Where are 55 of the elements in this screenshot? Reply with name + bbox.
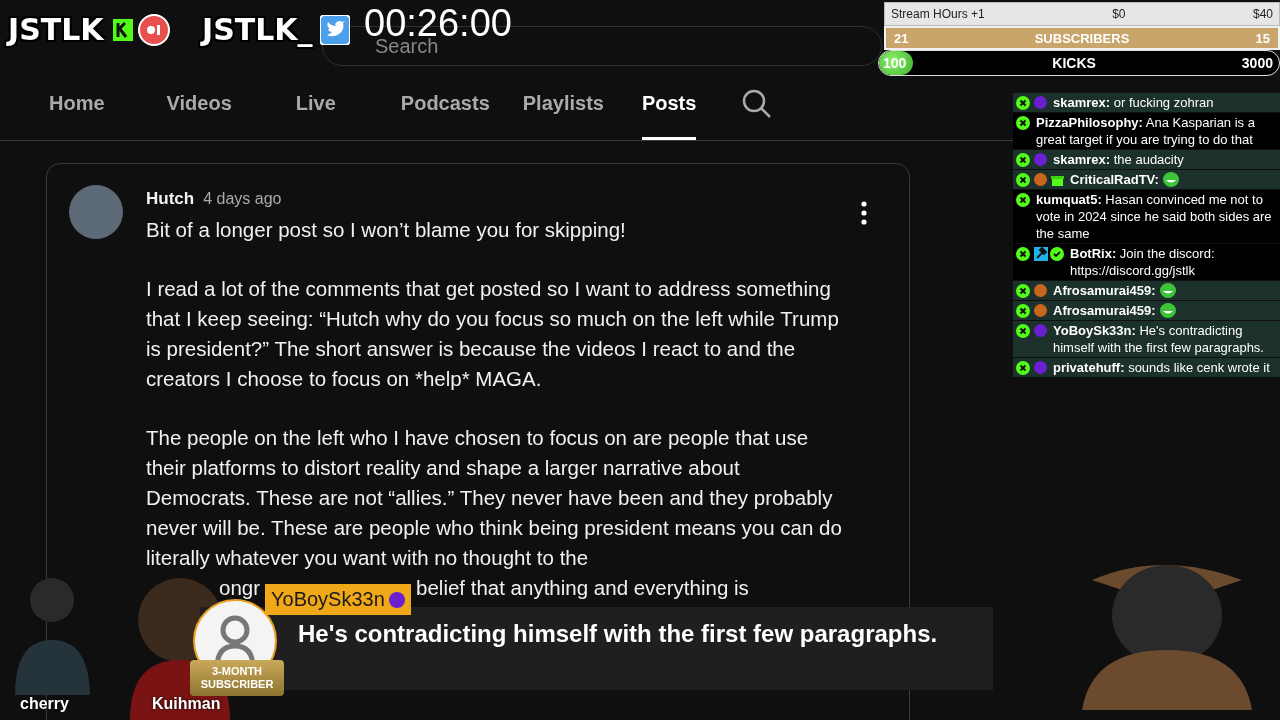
post-author[interactable]: Hutch	[146, 189, 195, 209]
goal-target: 15	[1255, 30, 1270, 46]
chat-message: skamrex: or fucking zohran	[1053, 94, 1215, 111]
chat-message: kumquat5: Hasan convinced me not to vote in 2024 since he said both sides are the same	[1036, 191, 1273, 242]
goal-current: 21	[894, 30, 909, 46]
channel-tab[interactable]: Playlists	[522, 68, 604, 140]
more-menu-icon[interactable]	[861, 201, 867, 225]
x-badge-icon	[1016, 192, 1030, 207]
subscriber-badge: 3-MONTH SUBSCRIBER	[190, 660, 284, 696]
goal-current: $0	[1112, 7, 1126, 21]
goal-target: 3000	[1241, 55, 1273, 71]
record-icon	[137, 13, 170, 46]
goal-label: KICKS	[1052, 55, 1096, 71]
photo-placeholder	[69, 185, 123, 239]
post-paragraph: Bit of a longer post so I won’t blame you for skipping!	[146, 217, 627, 243]
x-badge-icon	[1016, 115, 1030, 130]
post-time: 4 days ago	[203, 190, 282, 208]
x-badge-icon	[1016, 95, 1030, 110]
post-text-fragment: ongr	[219, 575, 261, 601]
search-icon[interactable]	[742, 89, 773, 119]
goal-current: 100	[882, 55, 907, 71]
post-paragraph: I read a lot of the comments that get posted so I want to address something that I keep seeing: “Hutch why do you focus so much on the left while Trump is president?” The short answer is because the videos I react to and the creators I choose to focus on *help* MAGA.	[146, 276, 840, 392]
post-text-fragment: belief that anything and everything is	[416, 575, 749, 601]
channel-tab[interactable]: Videos	[166, 68, 232, 140]
channel-tab[interactable]: Podcasts	[400, 68, 490, 140]
channel-tab[interactable]: Live	[295, 68, 336, 140]
chat-message: BotRix: Join the discord: https://discord.gg/jstlk	[1070, 245, 1216, 279]
chat-message: YoBoySk33n: He's contradicting himself with the first few paragraphs.	[1053, 322, 1265, 356]
channel-tab[interactable]: Posts	[641, 68, 697, 140]
x-badge-icon	[1016, 283, 1030, 298]
x-badge-icon	[1016, 323, 1030, 338]
emote-icon	[1159, 283, 1176, 298]
channel-logo: JSTLK	[8, 12, 104, 47]
chat-username: Afrosamurai459:	[1053, 282, 1156, 299]
goal-label: SUBSCRIBERS	[1034, 30, 1130, 46]
emote-icon	[1159, 303, 1176, 318]
alert-username: YoBoySk33n	[271, 588, 385, 611]
emote-icon	[1162, 172, 1179, 187]
chat-username: Afrosamurai459:	[1053, 302, 1156, 319]
chat-message: skamrex: the audacity	[1053, 151, 1185, 168]
x-badge-icon	[1016, 246, 1030, 261]
goal-label: Stream HOurs +1	[891, 7, 985, 21]
kick-logo-icon	[110, 16, 135, 43]
chat-message: privatehuff: sounds like cenk wrote it	[1053, 359, 1271, 376]
channel-tab[interactable]: Home	[49, 68, 105, 140]
x-badge-icon	[1016, 172, 1030, 187]
goal-target: $40	[1252, 7, 1273, 21]
x-badge-icon	[1016, 360, 1030, 375]
chat-username: CriticalRadTV:	[1070, 171, 1159, 188]
streamer-name: cherry	[20, 695, 69, 713]
x-badge-icon	[1016, 303, 1030, 318]
bird-icon	[319, 14, 350, 45]
x-badge-icon	[1016, 152, 1030, 167]
channel-logo: JSTLK_	[202, 12, 313, 47]
streamer-name: Kuihman	[152, 695, 221, 713]
